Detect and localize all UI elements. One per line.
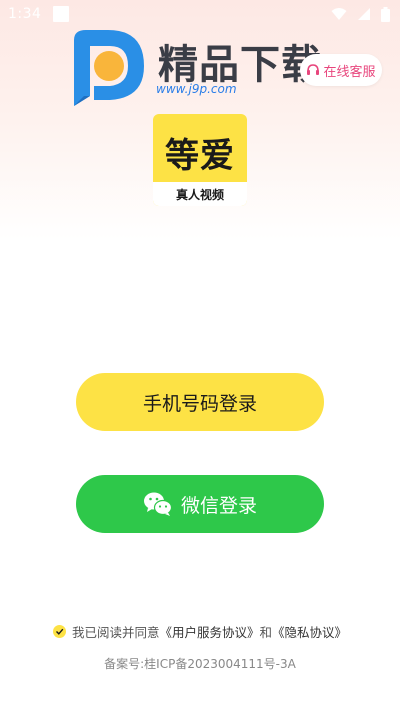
customer-service-button[interactable]: 在线客服 (300, 54, 382, 86)
agreement-prefix: 我已阅读并同意 (71, 624, 160, 640)
phone-login-button[interactable]: 手机号码登录 (76, 373, 324, 431)
status-bar: 1:34 (0, 0, 400, 28)
signal-icon (358, 8, 370, 20)
wifi-icon (331, 8, 347, 20)
notification-square-icon (53, 6, 70, 22)
battery-icon (381, 6, 390, 22)
wechat-icon (143, 492, 173, 516)
wechat-login-button[interactable]: 微信登录 (76, 475, 324, 533)
phone-login-label: 手机号码登录 (142, 392, 257, 415)
headset-icon (307, 64, 320, 75)
agreement-row: 我已阅读并同意《用户服务协议》和《隐私协议》 (0, 621, 400, 641)
privacy-policy-link[interactable]: 《隐私协议》 (272, 625, 347, 640)
app-logo-title: 等爱 (165, 136, 235, 176)
agreement-checkbox[interactable] (52, 624, 66, 638)
watermark-logo-icon (74, 30, 144, 106)
check-icon (55, 628, 64, 635)
app-logo-subtitle: 真人视频 (175, 187, 224, 202)
user-agreement-link[interactable]: 《用户服务协议》 (159, 625, 259, 640)
status-left: 1:34 (8, 6, 70, 22)
watermark-url: www.j9p.com (156, 82, 237, 96)
agreement-conjunction: 和 (259, 624, 273, 640)
wechat-login-label: 微信登录 (180, 494, 257, 517)
icp-record: 备案号:桂ICP备2023004111号-3A (104, 657, 296, 671)
app-logo: 等爱 真人视频 (153, 114, 247, 206)
customer-service-label: 在线客服 (323, 64, 376, 80)
status-time: 1:34 (8, 6, 42, 22)
app-logo-sub-band: 真人视频 (153, 182, 247, 206)
status-right (331, 6, 390, 22)
watermark: 精品下载 www.j9p.com (70, 26, 330, 110)
